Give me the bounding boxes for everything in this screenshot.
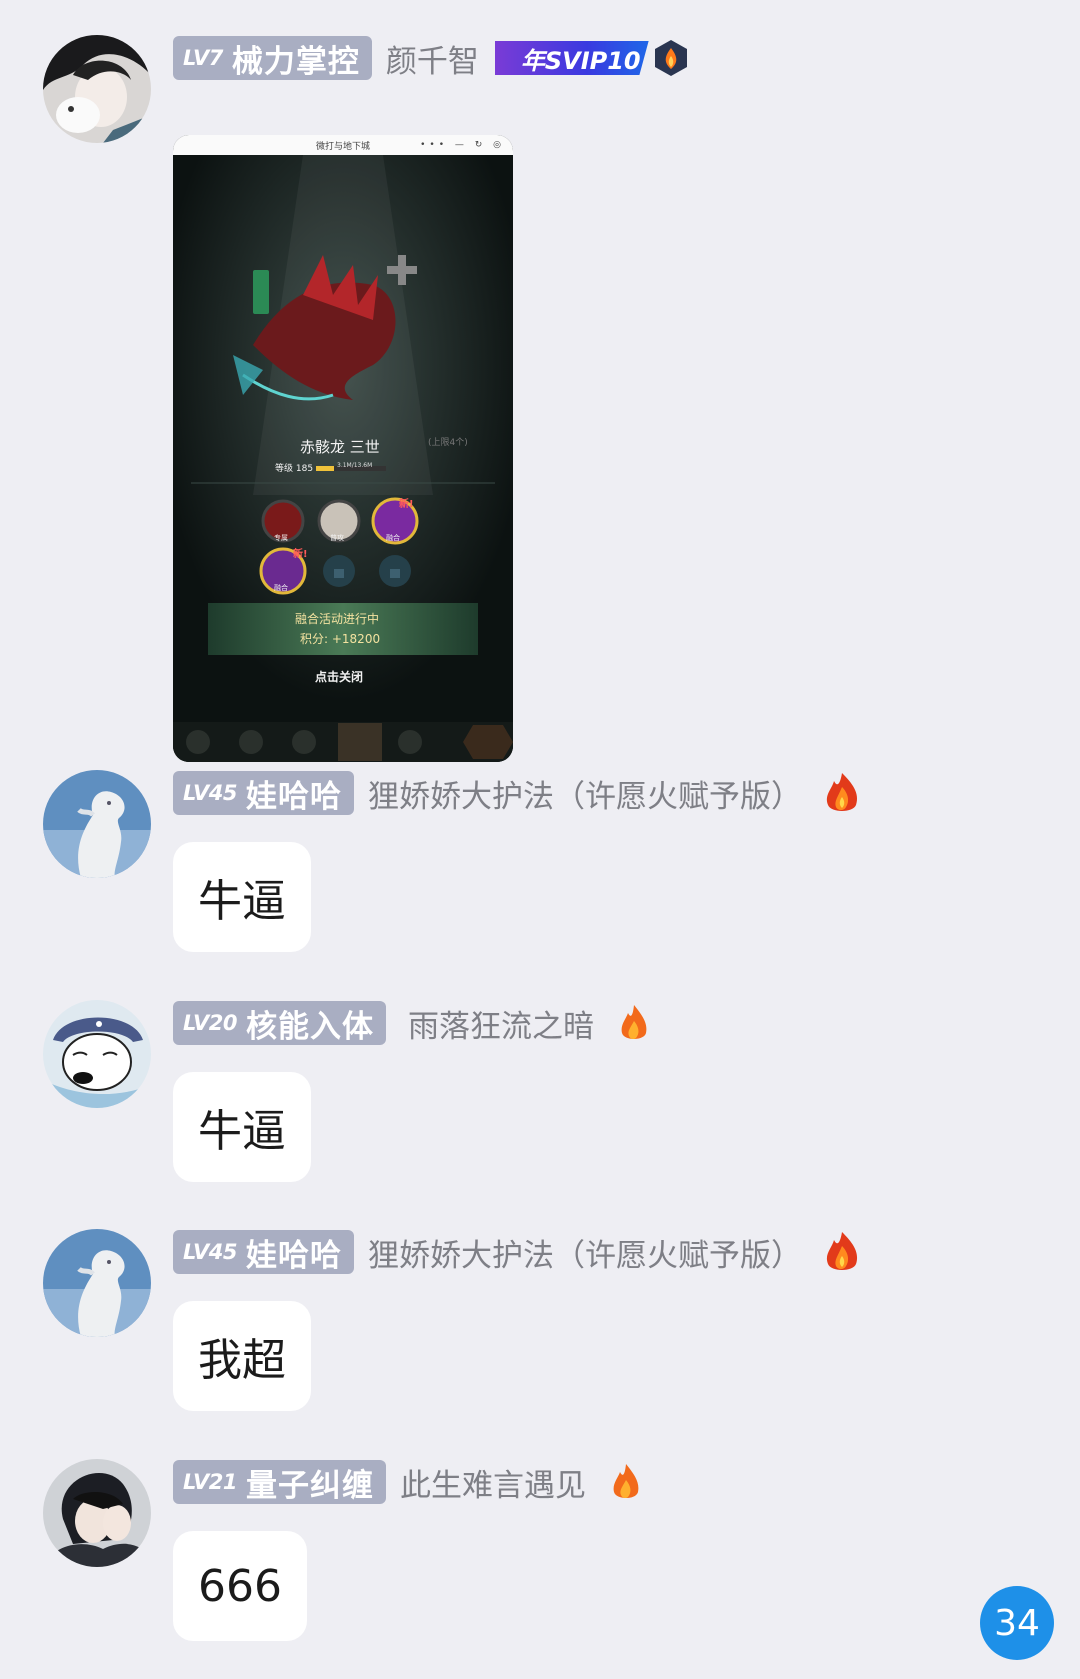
- fire-icon: [613, 1464, 639, 1499]
- user-avatar[interactable]: [43, 770, 151, 878]
- chat-message: LV20 核能入体 雨落狂流之暗 牛逼: [0, 1000, 1080, 1200]
- user-avatar[interactable]: [43, 35, 151, 143]
- new-tag: 新!: [399, 499, 414, 510]
- event-score: 积分: +18200: [300, 632, 381, 646]
- sender-nickname[interactable]: 狸娇娇大护法（许愿火赋予版）: [368, 1230, 802, 1275]
- chat-message: LV21 量子纠缠 此生难言遇见 666: [0, 1459, 1080, 1659]
- message-bubble[interactable]: 666: [173, 1531, 307, 1641]
- user-avatar[interactable]: [43, 1229, 151, 1337]
- big-fire-icon: [826, 773, 858, 811]
- level-tag: LV20 核能入体: [173, 1001, 386, 1045]
- unread-count: 34: [994, 1602, 1040, 1644]
- level-tag: LV45 娃哈哈: [173, 1230, 354, 1274]
- character-name: 赤骸龙 三世: [300, 438, 380, 456]
- message-bubble[interactable]: 牛逼: [173, 842, 311, 952]
- chat-message: LV45 娃哈哈 狸娇娇大护法（许愿火赋予版） 牛逼: [0, 770, 1080, 970]
- chat-message: LV45 娃哈哈 狸娇娇大护法（许愿火赋予版） 我超: [0, 1229, 1080, 1429]
- mini-window-title: 微打与地下城: [315, 141, 370, 152]
- chat-message: LV7 械力掌控 颜千智 年SVIP10 微打与地下城 ••• — ↻ ◎ 赤骸…: [0, 35, 1080, 762]
- skill-label: 融合: [274, 584, 288, 592]
- sender-nickname[interactable]: 狸娇娇大护法（许愿火赋予版）: [368, 771, 802, 816]
- level-title: 娃哈哈: [245, 778, 342, 815]
- message-bubble[interactable]: 牛逼: [173, 1072, 311, 1182]
- sender-nickname[interactable]: 此生难言遇见: [400, 1460, 586, 1505]
- skill-label: 融合: [386, 534, 400, 542]
- big-fire-icon: [826, 1232, 858, 1270]
- level-title: 械力掌控: [231, 43, 360, 80]
- skill-label: 普攻: [330, 534, 344, 542]
- sender-nickname[interactable]: 雨落狂流之暗: [408, 1001, 594, 1046]
- close-hint: 点击关闭: [315, 670, 364, 684]
- limit-note: (上限4个): [428, 438, 468, 448]
- exp-value: 3.1M/13.6M: [337, 462, 373, 469]
- new-tag: 新!: [293, 549, 308, 560]
- user-avatar[interactable]: [43, 1459, 151, 1567]
- level-number: LV20: [183, 1011, 237, 1035]
- event-status: 融合活动进行中: [295, 612, 380, 626]
- user-avatar[interactable]: [43, 1000, 151, 1108]
- level-number: LV45: [183, 781, 237, 805]
- level-number: LV21: [183, 1470, 237, 1494]
- unread-count-badge[interactable]: 34: [980, 1586, 1054, 1660]
- mini-window-titlebar: 微打与地下城 ••• — ↻ ◎: [173, 135, 513, 155]
- game-scene: 赤骸龙 三世 (上限4个) 等级 185 3.1M/13.6M 专属 普攻 融合…: [173, 155, 513, 762]
- level-title: 娃哈哈: [245, 1237, 342, 1274]
- vip-label: 年SVIP10: [494, 41, 649, 75]
- svip-badge: 年SVIP10: [494, 36, 691, 80]
- hexagon-fire-icon: [654, 40, 687, 76]
- level-title: 核能入体: [245, 1008, 374, 1045]
- character-level: 等级 185: [275, 464, 314, 474]
- image-attachment[interactable]: 微打与地下城 ••• — ↻ ◎ 赤骸龙 三世 (上限4个) 等级 185 3.…: [173, 135, 513, 762]
- level-tag: LV21 量子纠缠: [173, 1460, 386, 1504]
- level-tag: LV7 械力掌控: [173, 36, 372, 80]
- message-bubble[interactable]: 我超: [173, 1301, 311, 1411]
- level-title: 量子纠缠: [245, 1467, 374, 1504]
- sender-nickname[interactable]: 颜千智: [386, 36, 479, 81]
- fire-icon: [621, 1005, 647, 1040]
- mini-window-controls-icon: ••• — ↻ ◎: [420, 140, 505, 150]
- skill-label: 专属: [274, 534, 288, 542]
- level-tag: LV45 娃哈哈: [173, 771, 354, 815]
- level-number: LV45: [183, 1240, 237, 1264]
- level-number: LV7: [183, 46, 223, 70]
